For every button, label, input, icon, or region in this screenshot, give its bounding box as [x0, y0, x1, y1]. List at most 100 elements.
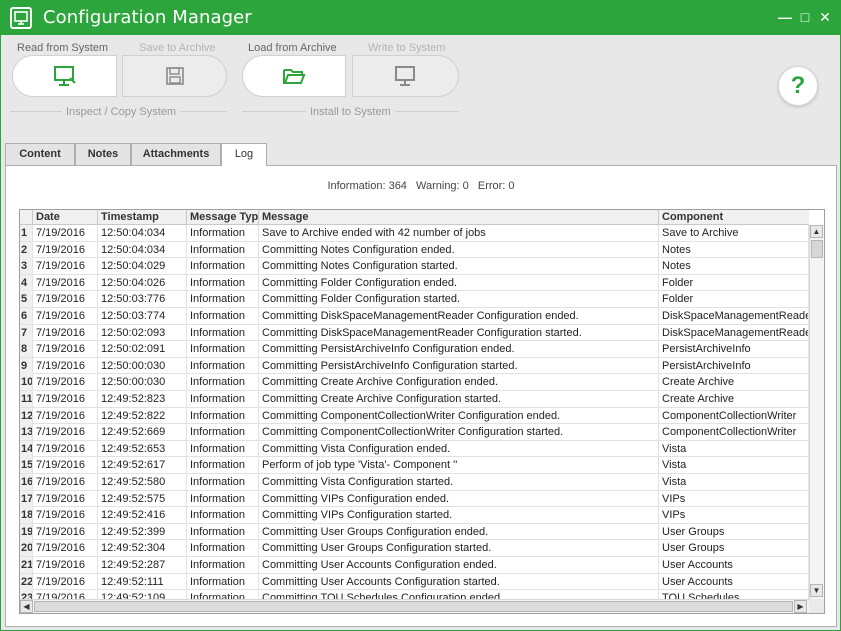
- date-cell: 7/19/2016: [33, 407, 98, 424]
- component-cell: VIPs: [659, 490, 809, 507]
- monitor-icon: [53, 66, 76, 86]
- table-row[interactable]: 6 7/19/2016 12:50:03:774 Information Committ…: [20, 308, 809, 325]
- load-from-archive-label: Load from Archive: [248, 42, 337, 54]
- vertical-scroll-thumb[interactable]: [811, 240, 823, 258]
- table-row[interactable]: 9 7/19/2016 12:50:00:030 Information Committ…: [20, 357, 809, 375]
- table-row[interactable]: 7 7/19/2016 12:50:02:093 Information Committ…: [20, 324, 809, 342]
- scroll-right-arrow-icon[interactable]: ▶: [794, 600, 807, 613]
- tab-notes[interactable]: Notes: [75, 143, 131, 165]
- row-number: 21: [20, 557, 33, 573]
- component-cell: Create Archive: [659, 374, 809, 391]
- log-grid[interactable]: Date Timestamp Message Typ Message Compo…: [19, 209, 825, 614]
- write-to-system-button[interactable]: [352, 55, 459, 97]
- column-header-component[interactable]: Component: [659, 210, 809, 225]
- message-cell: Committing TOU Schedules Configuration e…: [259, 590, 659, 599]
- message-cell: Committing VIPs Configuration started.: [259, 507, 659, 524]
- date-cell: 7/19/2016: [33, 507, 98, 524]
- save-to-archive-label: Save to Archive: [139, 42, 216, 54]
- date-cell: 7/19/2016: [33, 391, 98, 407]
- row-number-header: [20, 210, 33, 225]
- tab-log[interactable]: Log: [221, 143, 267, 166]
- component-cell: TOU Schedules: [659, 590, 809, 599]
- table-row[interactable]: 1 7/19/2016 12:50:04:034 Information Save to…: [20, 225, 809, 242]
- timestamp-cell: 12:49:52:653: [98, 440, 187, 457]
- table-row[interactable]: 5 7/19/2016 12:50:03:776 Information Committ…: [20, 291, 809, 308]
- row-number: 3: [20, 258, 33, 275]
- date-cell: 7/19/2016: [33, 357, 98, 374]
- table-row[interactable]: 4 7/19/2016 12:50:04:026 Information Committ…: [20, 274, 809, 292]
- date-cell: 7/19/2016: [33, 474, 98, 490]
- maximize-button[interactable]: □: [796, 7, 814, 27]
- message-type-cell: Information: [187, 557, 259, 573]
- message-type-cell: Information: [187, 457, 259, 474]
- timestamp-cell: 12:49:52:823: [98, 391, 187, 407]
- message-cell: Committing User Groups Configuration end…: [259, 523, 659, 540]
- component-cell: Vista: [659, 474, 809, 490]
- column-header-message[interactable]: Message: [259, 210, 659, 225]
- table-row[interactable]: 19 7/19/2016 12:49:52:399 Information Commit…: [20, 523, 809, 541]
- message-cell: Committing PersistArchiveInfo Configurat…: [259, 341, 659, 358]
- message-cell: Committing PersistArchiveInfo Configurat…: [259, 357, 659, 374]
- row-number: 11: [20, 391, 33, 407]
- message-type-cell: Information: [187, 308, 259, 324]
- table-row[interactable]: 16 7/19/2016 12:49:52:580 Information Commit…: [20, 474, 809, 491]
- timestamp-cell: 12:50:00:030: [98, 357, 187, 374]
- table-row[interactable]: 13 7/19/2016 12:49:52:669 Information Commit…: [20, 424, 809, 441]
- table-row[interactable]: 17 7/19/2016 12:49:52:575 Information Commit…: [20, 490, 809, 508]
- column-header-message-type[interactable]: Message Typ: [187, 210, 259, 225]
- column-header-timestamp[interactable]: Timestamp: [98, 210, 187, 225]
- timestamp-cell: 12:49:52:304: [98, 540, 187, 557]
- message-cell: Committing Notes Configuration ended.: [259, 241, 659, 258]
- table-row[interactable]: 11 7/19/2016 12:49:52:823 Information Commit…: [20, 391, 809, 408]
- date-cell: 7/19/2016: [33, 490, 98, 507]
- table-row[interactable]: 2 7/19/2016 12:50:04:034 Information Committ…: [20, 241, 809, 259]
- title-bar[interactable]: Configuration Manager — □ ✕: [1, 1, 840, 35]
- table-row[interactable]: 14 7/19/2016 12:49:52:653 Information Commit…: [20, 440, 809, 458]
- message-type-cell: Information: [187, 523, 259, 540]
- table-row[interactable]: 18 7/19/2016 12:49:52:416 Information Commit…: [20, 507, 809, 524]
- date-cell: 7/19/2016: [33, 457, 98, 474]
- horizontal-scrollbar[interactable]: ◀ ▶: [20, 599, 809, 613]
- tab-content[interactable]: Content: [5, 143, 75, 165]
- date-cell: 7/19/2016: [33, 523, 98, 540]
- table-row[interactable]: 21 7/19/2016 12:49:52:287 Information Commit…: [20, 557, 809, 574]
- scroll-left-arrow-icon[interactable]: ◀: [20, 600, 33, 613]
- column-header-date[interactable]: Date: [33, 210, 98, 225]
- read-from-system-button[interactable]: [12, 55, 117, 97]
- table-row[interactable]: 8 7/19/2016 12:50:02:091 Information Committ…: [20, 341, 809, 358]
- help-button[interactable]: ?: [778, 66, 818, 106]
- message-cell: Committing Create Archive Configuration …: [259, 374, 659, 391]
- message-cell: Committing VIPs Configuration ended.: [259, 490, 659, 507]
- table-row[interactable]: 12 7/19/2016 12:49:52:822 Information Commit…: [20, 407, 809, 425]
- toolbar: Read from System Save to Archive Load fr…: [1, 35, 840, 143]
- vertical-scrollbar[interactable]: ▲ ▼: [809, 225, 824, 599]
- table-row[interactable]: 20 7/19/2016 12:49:52:304 Information Commit…: [20, 540, 809, 557]
- table-row[interactable]: 22 7/19/2016 12:49:52:111 Information Commit…: [20, 573, 809, 591]
- message-cell: Committing DiskSpaceManagementReader Con…: [259, 324, 659, 341]
- save-to-archive-button[interactable]: [122, 55, 227, 97]
- date-cell: 7/19/2016: [33, 341, 98, 358]
- tab-attachments[interactable]: Attachments: [131, 143, 221, 165]
- timestamp-cell: 12:49:52:111: [98, 573, 187, 590]
- minimize-button[interactable]: —: [776, 7, 794, 27]
- message-cell: Committing User Accounts Configuration e…: [259, 557, 659, 573]
- table-row[interactable]: 15 7/19/2016 12:49:52:617 Information Perfor…: [20, 457, 809, 474]
- component-cell: ComponentCollectionWriter: [659, 407, 809, 424]
- table-row[interactable]: 23 7/19/2016 12:49:52:109 Information Commit…: [20, 590, 809, 599]
- date-cell: 7/19/2016: [33, 590, 98, 599]
- table-row[interactable]: 3 7/19/2016 12:50:04:029 Information Committ…: [20, 258, 809, 275]
- message-type-cell: Information: [187, 440, 259, 457]
- row-number: 23: [20, 590, 33, 599]
- load-from-archive-button[interactable]: [242, 55, 346, 97]
- timestamp-cell: 12:49:52:109: [98, 590, 187, 599]
- scroll-up-arrow-icon[interactable]: ▲: [810, 225, 823, 238]
- message-type-cell: Information: [187, 424, 259, 441]
- row-number: 2: [20, 241, 33, 258]
- close-button[interactable]: ✕: [816, 7, 834, 27]
- horizontal-scroll-thumb[interactable]: [34, 601, 793, 612]
- scroll-down-arrow-icon[interactable]: ▼: [810, 584, 823, 597]
- warning-count: Warning: 0: [416, 180, 469, 192]
- inspect-copy-system-group-label: Inspect / Copy System: [62, 106, 181, 118]
- message-cell: Committing Notes Configuration started.: [259, 258, 659, 275]
- table-row[interactable]: 10 7/19/2016 12:50:00:030 Information Commit…: [20, 374, 809, 391]
